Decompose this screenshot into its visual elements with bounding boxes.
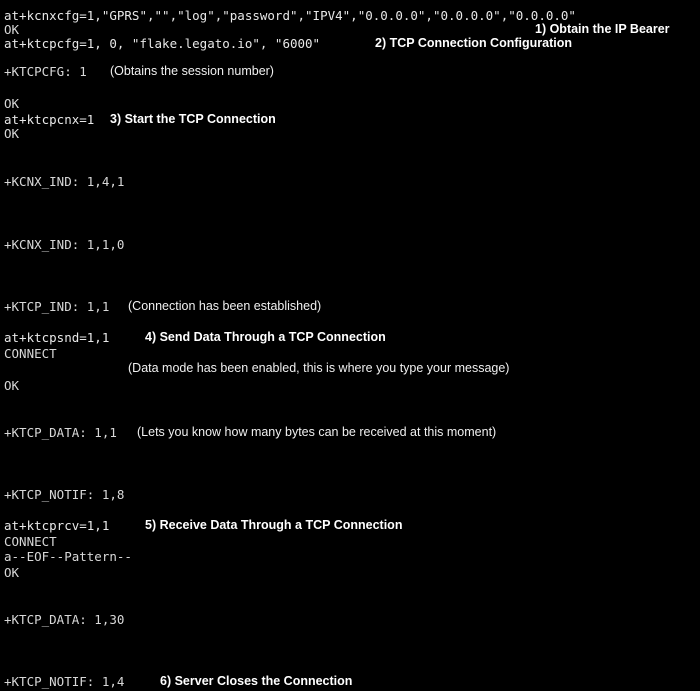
at-command-text: at+ktcpsnd=1,1 xyxy=(4,330,110,345)
step-annotation: 2) TCP Connection Configuration xyxy=(375,36,572,50)
terminal-line: +KTCPCFG: 1 (Obtains the session number) xyxy=(0,64,274,79)
terminal-response-text: a--EOF--Pattern-- xyxy=(4,549,132,564)
terminal-response-text: OK xyxy=(4,378,20,393)
terminal-response-text: CONNECT xyxy=(4,534,57,549)
at-command-text: at+ktcprcv=1,1 xyxy=(4,518,110,533)
at-command-text: at+ktcpcfg=1, 0, "flake.legato.io", "600… xyxy=(4,36,321,51)
at-command-text: at+kcnxcfg=1,"GPRS","","log","password",… xyxy=(4,8,576,23)
terminal-response-text: +KTCP_NOTIF: 1,4 xyxy=(4,674,125,689)
step-annotation: 3) Start the TCP Connection xyxy=(110,112,276,126)
terminal-line: OK xyxy=(0,96,20,111)
terminal-response-text: OK xyxy=(4,126,20,141)
terminal-response-text: +KCNX_IND: 1,1,0 xyxy=(4,237,125,252)
terminal-response-text: OK xyxy=(4,565,20,580)
terminal-response-text: CONNECT xyxy=(4,346,57,361)
terminal-console[interactable]: at+kcnxcfg=1,"GPRS","","log","password",… xyxy=(0,0,700,691)
terminal-response-text: +KTCP_IND: 1,1 xyxy=(4,299,110,314)
terminal-response-text: OK xyxy=(4,96,20,111)
terminal-line: at+kcnxcfg=1,"GPRS","","log","password",… xyxy=(0,8,576,23)
terminal-line: +KTCP_IND: 1,1 (Connection has been estab… xyxy=(0,299,321,314)
step-annotation: (Data mode has been enabled, this is whe… xyxy=(128,361,510,375)
terminal-line: OK 1) Obtain the IP Bearer xyxy=(0,22,670,37)
terminal-line: +KTCP_DATA: 1,1 (Lets you know how many b… xyxy=(0,425,496,440)
terminal-line: at+ktcpcnx=1 3) Start the TCP Connection xyxy=(0,112,276,127)
terminal-line: +KTCP_NOTIF: 1,4 6) Server Closes the Con… xyxy=(0,674,352,689)
terminal-line: +KTCP_DATA: 1,30 xyxy=(0,612,125,627)
terminal-response-text: +KTCP_DATA: 1,30 xyxy=(4,612,125,627)
terminal-line: at+ktcprcv=1,1 5) Receive Data Through a … xyxy=(0,518,402,533)
step-annotation: 1) Obtain the IP Bearer xyxy=(535,22,670,36)
terminal-line: a--EOF--Pattern-- xyxy=(0,549,132,564)
terminal-line: OK xyxy=(0,378,20,393)
terminal-line: +KTCP_NOTIF: 1,8 xyxy=(0,487,125,502)
terminal-line: +KCNX_IND: 1,4,1 xyxy=(0,174,125,189)
step-annotation: 5) Receive Data Through a TCP Connection xyxy=(145,518,403,532)
terminal-response-text: +KCNX_IND: 1,4,1 xyxy=(4,174,125,189)
terminal-line: at+ktcpsnd=1,1 4) Send Data Through a TCP… xyxy=(0,330,386,345)
step-annotation: 6) Server Closes the Connection xyxy=(160,674,353,688)
terminal-line: OK xyxy=(0,565,20,580)
terminal-line: CONNECT xyxy=(0,346,57,361)
step-annotation: (Connection has been established) xyxy=(128,299,322,313)
terminal-line: CONNECT xyxy=(0,534,57,549)
terminal-line: +KCNX_IND: 1,1,0 xyxy=(0,237,125,252)
terminal-response-text: +KTCP_DATA: 1,1 xyxy=(4,425,117,440)
terminal-line: OK xyxy=(0,126,20,141)
at-command-text: at+ktcpcnx=1 xyxy=(4,112,95,127)
step-annotation: (Obtains the session number) xyxy=(110,64,274,78)
terminal-response-text: +KTCPCFG: 1 xyxy=(4,64,87,79)
step-annotation: (Lets you know how many bytes can be rec… xyxy=(137,425,497,439)
terminal-line: at+ktcpcfg=1, 0, "flake.legato.io", "600… xyxy=(0,36,572,51)
terminal-response-text: +KTCP_NOTIF: 1,8 xyxy=(4,487,125,502)
step-annotation: 4) Send Data Through a TCP Connection xyxy=(145,330,386,344)
terminal-response-text: OK xyxy=(4,22,20,37)
